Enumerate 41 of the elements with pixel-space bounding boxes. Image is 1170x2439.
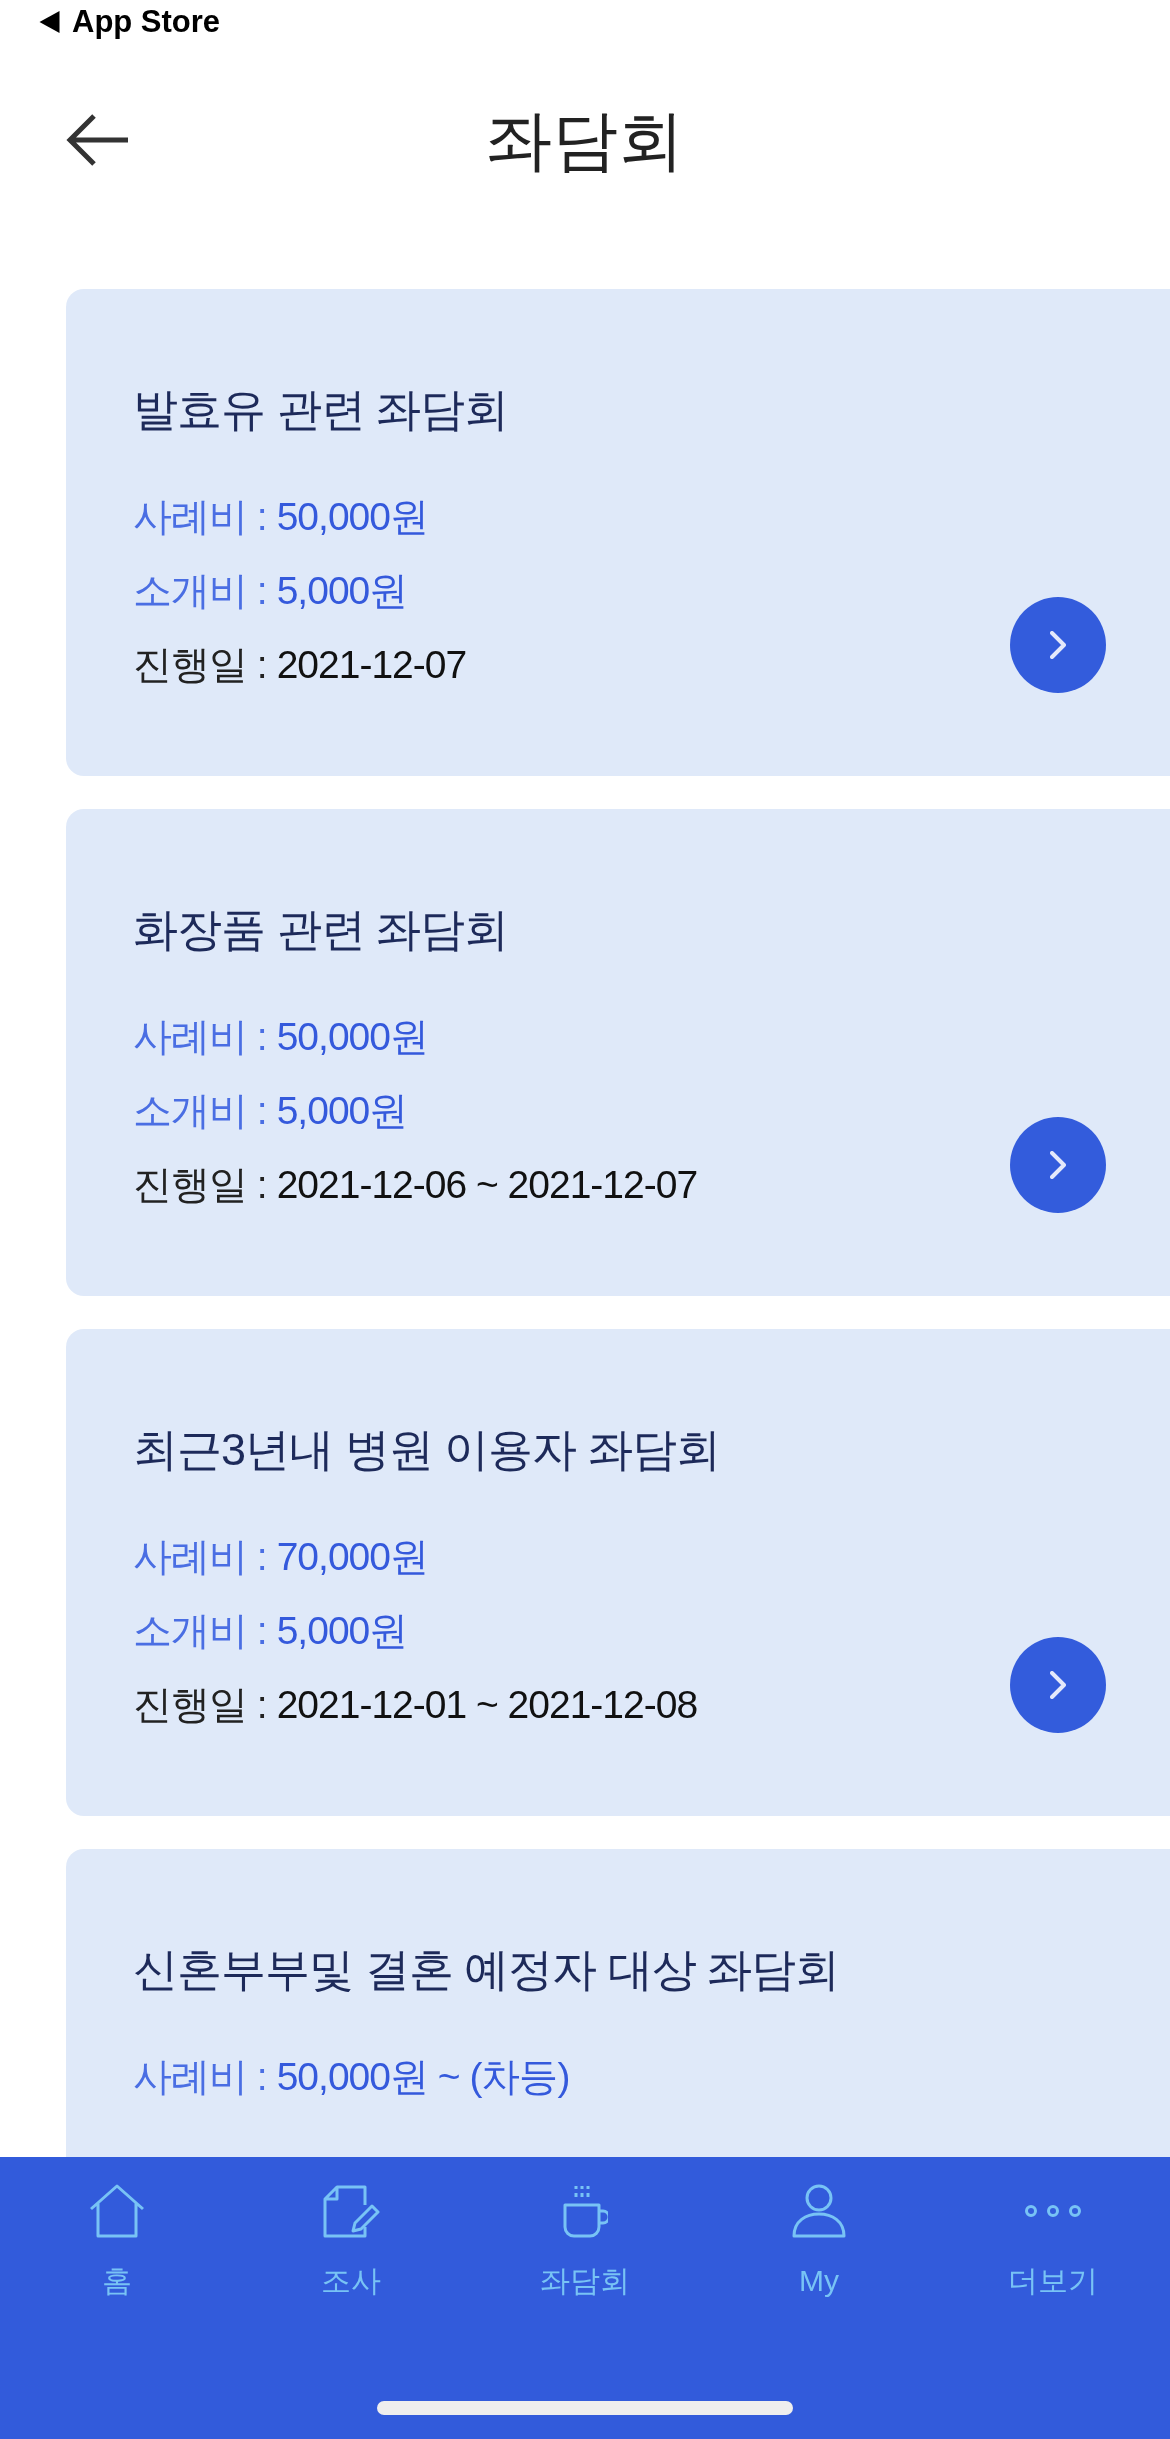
mug-icon	[562, 2184, 608, 2238]
chevron-right-icon	[1050, 1151, 1066, 1179]
field-value: 2021-12-06 ~ 2021-12-07	[276, 1162, 698, 1208]
back-triangle-icon	[39, 11, 60, 33]
person-icon	[792, 2184, 846, 2238]
tab-bar-item[interactable]: 좌담회	[534, 2183, 636, 2299]
more-icon	[1025, 2205, 1081, 2217]
tab-bar-item[interactable]: My	[783, 2183, 855, 2299]
field-value: 5,000원	[276, 568, 408, 614]
field-value: 5,000원	[276, 1088, 408, 1134]
tab-bar-item[interactable]: 더보기	[1002, 2183, 1104, 2299]
back-arrow-icon[interactable]	[66, 114, 130, 166]
field-value: 50,000원 ~ (차등)	[276, 2054, 570, 2100]
tab-bar-item[interactable]: 조사	[315, 2183, 387, 2299]
chevron-right-icon	[1050, 1671, 1066, 1699]
field-label: 사례비 :	[133, 1014, 267, 1060]
field-value: 2021-12-07	[276, 642, 467, 688]
field-label: 소개비 :	[133, 1608, 267, 1654]
field-label: 사례비 :	[133, 2054, 267, 2100]
field-label: 진행일 :	[133, 1682, 267, 1728]
app-store-back-link[interactable]: App Store	[39, 3, 221, 41]
field-label: 사례비 :	[133, 494, 267, 540]
field-value: 2021-12-01 ~ 2021-12-08	[276, 1682, 698, 1728]
field-label: 진행일 :	[133, 642, 267, 688]
document-pencil-icon	[322, 2184, 380, 2238]
field-value: 50,000원	[276, 1014, 428, 1060]
field-label: 소개비 :	[133, 568, 267, 614]
page-title: 좌담회	[486, 102, 684, 179]
card-title: 화장품 관련 좌담회	[133, 903, 508, 957]
field-value: 70,000원	[276, 1534, 428, 1580]
home-icon	[87, 2183, 147, 2239]
card-title: 최근3년내 병원 이용자 좌담회	[133, 1423, 720, 1477]
tab-bar-item[interactable]: 홈	[81, 2183, 153, 2299]
card-title: 신혼부부및 결혼 예정자 대상 좌담회	[133, 1943, 839, 1997]
field-label: 진행일 :	[133, 1162, 267, 1208]
field-value: 5,000원	[276, 1608, 408, 1654]
field-value: 50,000원	[276, 494, 428, 540]
field-label: 소개비 :	[133, 1088, 267, 1134]
field-label: 사례비 :	[133, 1534, 267, 1580]
chevron-right-icon	[1050, 631, 1066, 659]
card-title: 발효유 관련 좌담회	[133, 383, 508, 437]
